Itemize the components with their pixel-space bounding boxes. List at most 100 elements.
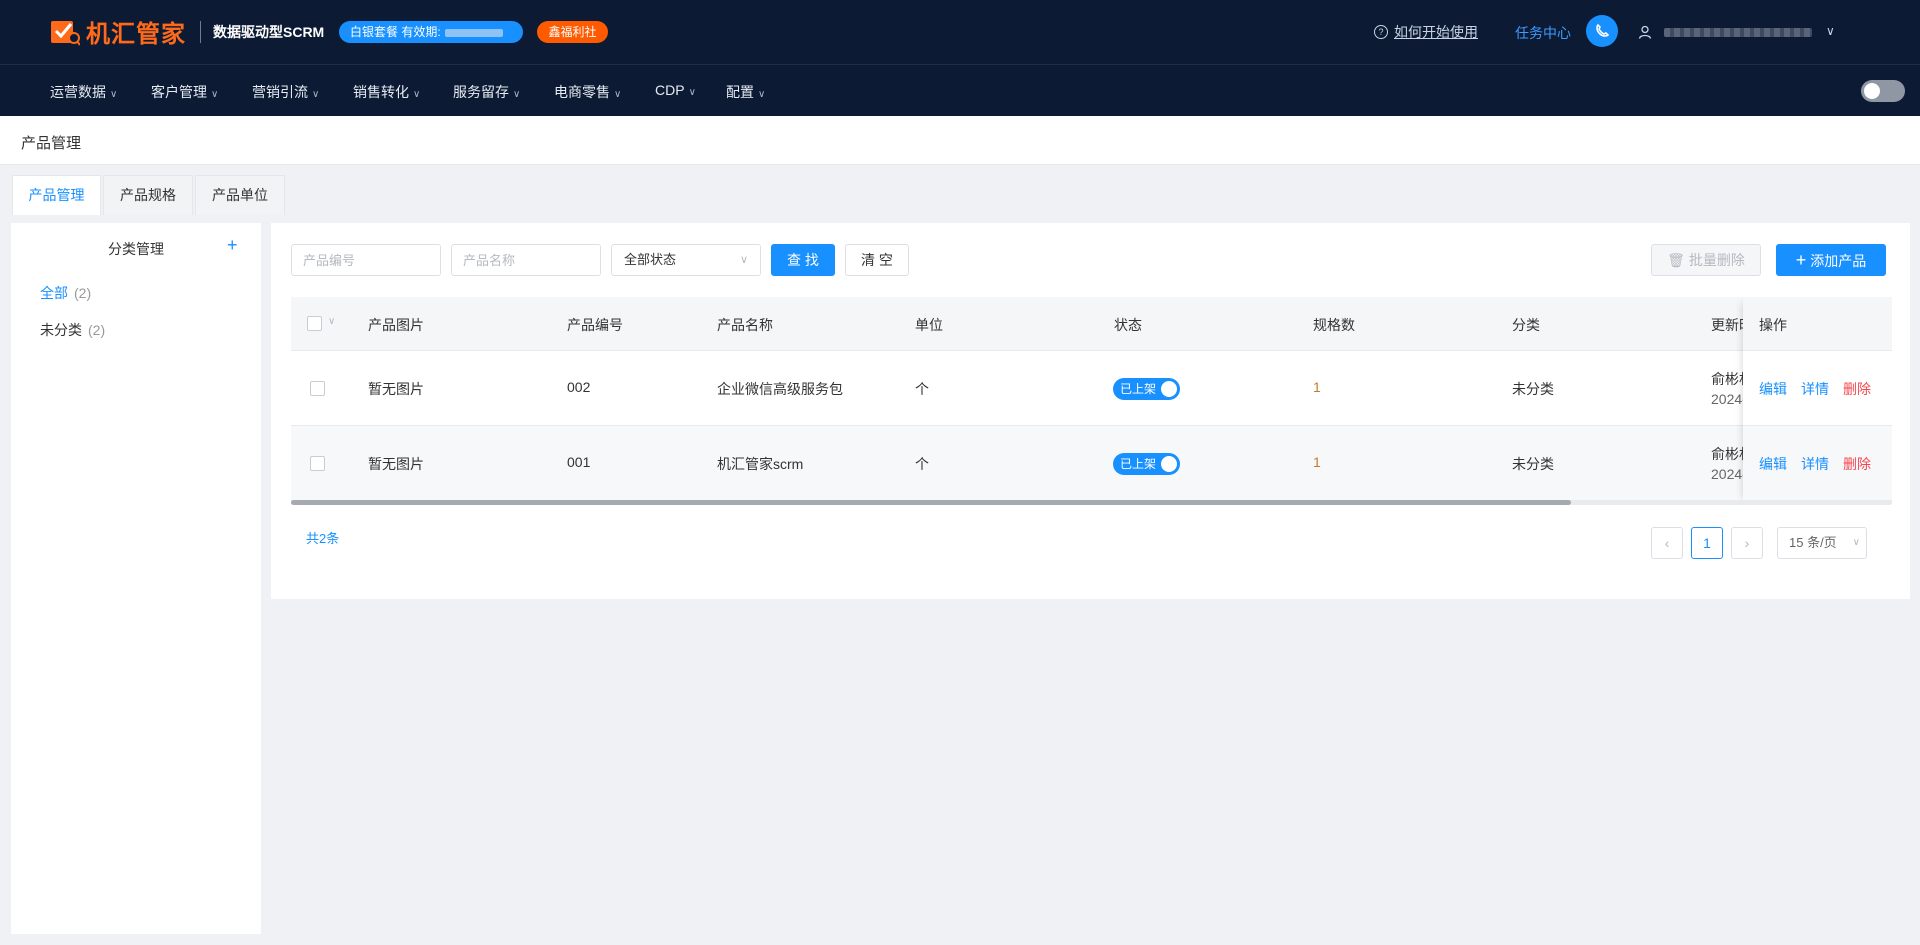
operations-cell: 编辑 详情 删除	[1743, 426, 1892, 501]
theme-toggle[interactable]	[1861, 80, 1905, 102]
nav-label: 运营数据	[50, 84, 106, 100]
chevron-right-icon: ›	[1744, 535, 1750, 551]
edit-link[interactable]: 编辑	[1759, 454, 1787, 474]
chevron-down-icon: ∨	[211, 89, 219, 100]
chevron-down-icon: ∨	[688, 87, 696, 98]
status-select[interactable]: 全部状态 ∨	[611, 244, 761, 276]
page-size-select[interactable]: 15 条/页 ∨	[1777, 527, 1867, 559]
total-count: 共2条	[306, 531, 340, 546]
operations-cell: 编辑 详情 删除	[1743, 351, 1892, 426]
page-number-button[interactable]: 1	[1691, 527, 1723, 559]
detail-link[interactable]: 详情	[1801, 379, 1829, 399]
add-product-label: 添加产品	[1810, 253, 1867, 269]
column-header-code: 产品编号	[567, 317, 623, 333]
nav-label: 电商零售	[554, 84, 610, 100]
status-switch[interactable]: 已上架	[1113, 378, 1180, 400]
chevron-down-icon: ∨	[739, 254, 748, 266]
user-name-redacted[interactable]	[1664, 28, 1812, 37]
expiry-date-redacted	[444, 28, 503, 37]
add-product-button[interactable]: + 添加产品	[1776, 244, 1886, 276]
clear-button[interactable]: 清 空	[845, 244, 909, 276]
nav-item-ecommerce[interactable]: 电商零售 ∨	[554, 82, 621, 102]
phone-button[interactable]	[1586, 15, 1618, 47]
prev-page-button[interactable]: ‹	[1651, 527, 1683, 559]
nav-item-marketing[interactable]: 营销引流 ∨	[252, 82, 319, 102]
plus-icon: +	[1795, 250, 1807, 270]
operations-column: 操作 编辑 详情 删除 编辑 详情 删除	[1743, 297, 1892, 504]
row-checkbox[interactable]	[310, 381, 325, 396]
help-label: 如何开始使用	[1394, 24, 1478, 40]
package-label: 白银套餐 有效期:	[350, 25, 441, 39]
category-item-uncategorized[interactable]: 未分类 (2)	[40, 320, 105, 340]
cell-spec-count: 1	[1313, 379, 1321, 395]
operations-header-cell: 操作	[1743, 297, 1892, 351]
batch-delete-button[interactable]: 🗑 批量删除	[1651, 244, 1761, 276]
brand-name: 机汇管家	[86, 21, 186, 48]
tab-product-unit[interactable]: 产品单位	[195, 175, 285, 215]
select-all-checkbox[interactable]	[307, 316, 322, 331]
question-icon: ?	[1374, 25, 1388, 39]
cell-spec-count: 1	[1313, 454, 1321, 470]
chevron-down-icon: ∨	[758, 89, 766, 100]
package-badge[interactable]: 白银套餐 有效期:	[339, 21, 523, 43]
search-button[interactable]: 查 找	[771, 244, 835, 276]
category-panel: 分类管理 + 全部 (2) 未分类 (2)	[11, 223, 261, 934]
task-center-link[interactable]: 任务中心	[1515, 23, 1571, 43]
category-item-all[interactable]: 全部 (2)	[40, 283, 91, 303]
scrollbar-thumb[interactable]	[291, 500, 1571, 505]
help-link[interactable]: ? 如何开始使用	[1374, 22, 1478, 42]
welfare-badge[interactable]: 鑫福利社	[537, 21, 608, 43]
chevron-down-icon[interactable]: ∨	[328, 316, 335, 327]
edit-link[interactable]: 编辑	[1759, 379, 1787, 399]
nav-item-operations[interactable]: 运营数据 ∨	[50, 82, 117, 102]
cell-image: 暂无图片	[368, 381, 424, 397]
cell-code: 001	[567, 454, 591, 470]
column-header-unit: 单位	[915, 317, 943, 333]
table-row: 暂无图片 001 机汇管家scrm 个 已上架 1 未分类 俞彬杉 2024-	[291, 426, 1892, 501]
nav-item-customers[interactable]: 客户管理 ∨	[151, 82, 218, 102]
status-select-value: 全部状态	[624, 252, 677, 267]
category-label: 全部	[40, 285, 68, 301]
next-page-button[interactable]: ›	[1731, 527, 1763, 559]
cell-updated-time: 2024-	[1711, 391, 1747, 407]
product-name-input[interactable]	[451, 244, 601, 276]
nav-item-cdp[interactable]: CDP ∨	[655, 82, 696, 98]
chevron-down-icon: ∨	[513, 89, 521, 100]
nav-item-settings[interactable]: 配置 ∨	[726, 82, 765, 102]
tab-product-management[interactable]: 产品管理	[12, 175, 101, 215]
chevron-down-icon: ∨	[1852, 537, 1860, 548]
cell-unit: 个	[915, 381, 929, 397]
table-header: ∨ 产品图片 产品编号 产品名称 单位 状态 规格数 分类 更新时	[291, 297, 1892, 351]
chevron-down-icon[interactable]: ∨	[1826, 24, 1835, 38]
main-nav: 运营数据 ∨ 客户管理 ∨ 营销引流 ∨ 销售转化 ∨ 服务留存 ∨ 电商零售 ∨ CDP ∨…	[0, 64, 1920, 116]
nav-label: 客户管理	[151, 84, 207, 100]
cell-name: 机汇管家scrm	[717, 456, 804, 472]
status-label: 已上架	[1120, 382, 1157, 396]
user-icon	[1638, 25, 1652, 39]
category-count: (2)	[88, 322, 106, 338]
nav-item-sales[interactable]: 销售转化 ∨	[353, 82, 420, 102]
column-header-actions: 操作	[1759, 317, 1787, 333]
category-label: 未分类	[40, 322, 82, 338]
page-title: 产品管理	[21, 135, 82, 152]
detail-link[interactable]: 详情	[1801, 454, 1829, 474]
tab-product-spec[interactable]: 产品规格	[103, 175, 193, 215]
delete-link[interactable]: 删除	[1843, 454, 1871, 474]
nav-label: CDP	[655, 82, 685, 98]
row-checkbox[interactable]	[310, 456, 325, 471]
column-header-category: 分类	[1512, 317, 1540, 333]
status-switch[interactable]: 已上架	[1113, 453, 1180, 475]
cell-unit: 个	[915, 456, 929, 472]
divider	[200, 20, 201, 43]
nav-item-service[interactable]: 服务留存 ∨	[453, 82, 520, 102]
cell-image: 暂无图片	[368, 456, 424, 472]
plus-icon[interactable]: +	[227, 235, 238, 256]
chevron-down-icon: ∨	[110, 89, 118, 100]
nav-label: 营销引流	[252, 84, 308, 100]
column-header-status: 状态	[1114, 317, 1142, 333]
horizontal-scrollbar[interactable]	[291, 500, 1892, 505]
brand-logo[interactable]: 机汇管家 数据驱动型SCRM	[50, 14, 324, 49]
chevron-left-icon: ‹	[1664, 535, 1670, 551]
product-code-input[interactable]	[291, 244, 441, 276]
delete-link[interactable]: 删除	[1843, 379, 1871, 399]
